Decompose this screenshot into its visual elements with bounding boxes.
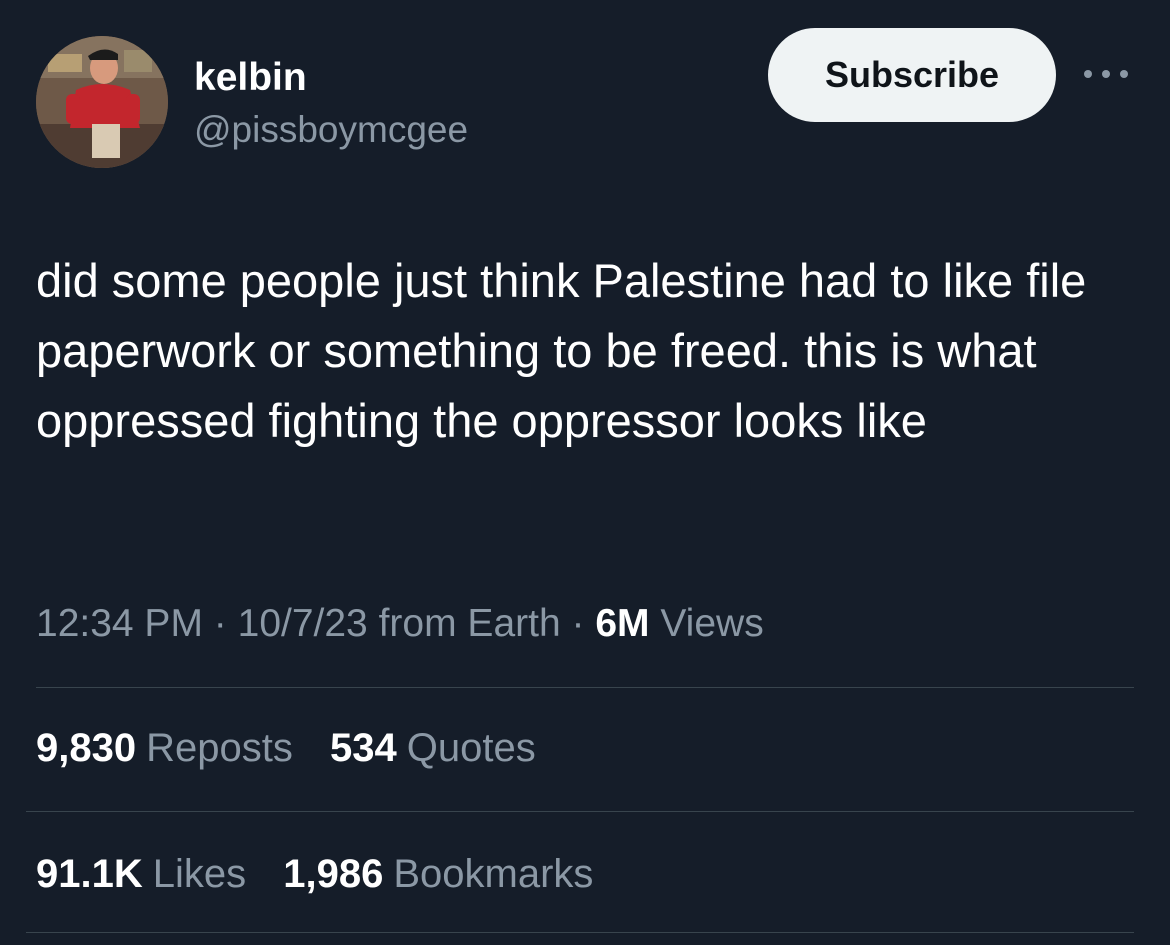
reposts-label: Reposts <box>146 726 293 770</box>
reposts-count: 9,830 <box>36 726 137 770</box>
tweet-text: did some people just think Palestine had… <box>36 254 1087 447</box>
meta-separator: · <box>213 602 227 645</box>
avatar-image <box>36 36 168 168</box>
views-count: 6M <box>595 602 650 645</box>
more-dot-icon <box>1084 70 1092 78</box>
quotes-stat[interactable]: 534 Quotes <box>330 718 536 778</box>
likes-label: Likes <box>152 852 247 896</box>
reposts-stat[interactable]: 9,830 Reposts <box>36 718 293 778</box>
tweet-source: from Earth <box>378 602 561 645</box>
display-name[interactable]: kelbin <box>194 54 468 102</box>
likes-count: 91.1K <box>36 852 143 896</box>
bookmarks-count: 1,986 <box>283 852 384 896</box>
tweet-page: kelbin @pissboymcgee Subscribe did some … <box>0 0 1170 945</box>
meta-separator: · <box>571 602 585 645</box>
quotes-label: Quotes <box>406 726 536 770</box>
user-info: kelbin @pissboymcgee <box>194 54 468 154</box>
divider <box>26 811 1134 812</box>
divider <box>36 687 1134 688</box>
stats-row-likes: 91.1K Likes 1,986 Bookmarks <box>36 844 619 904</box>
bookmarks-stat[interactable]: 1,986 Bookmarks <box>283 844 593 904</box>
likes-stat[interactable]: 91.1K Likes <box>36 844 246 904</box>
more-horizontal-icon[interactable] <box>1084 64 1128 84</box>
more-dot-icon <box>1102 70 1110 78</box>
stats-row-reposts: 9,830 Reposts 534 Quotes <box>36 718 562 778</box>
avatar[interactable] <box>36 36 168 168</box>
user-handle[interactable]: @pissboymcgee <box>194 106 468 154</box>
views-label: Views <box>660 602 764 645</box>
tweet-meta: 12:34 PM · 10/7/23 from Earth · 6M Views <box>36 594 764 654</box>
quotes-count: 534 <box>329 726 397 770</box>
tweet-header: kelbin @pissboymcgee Subscribe <box>36 28 1134 176</box>
divider <box>26 932 1134 933</box>
bookmarks-label: Bookmarks <box>393 852 594 896</box>
tweet-time[interactable]: 12:34 PM <box>36 602 203 645</box>
subscribe-button[interactable]: Subscribe <box>768 28 1056 122</box>
tweet-date[interactable]: 10/7/23 <box>238 602 368 645</box>
more-dot-icon <box>1120 70 1128 78</box>
